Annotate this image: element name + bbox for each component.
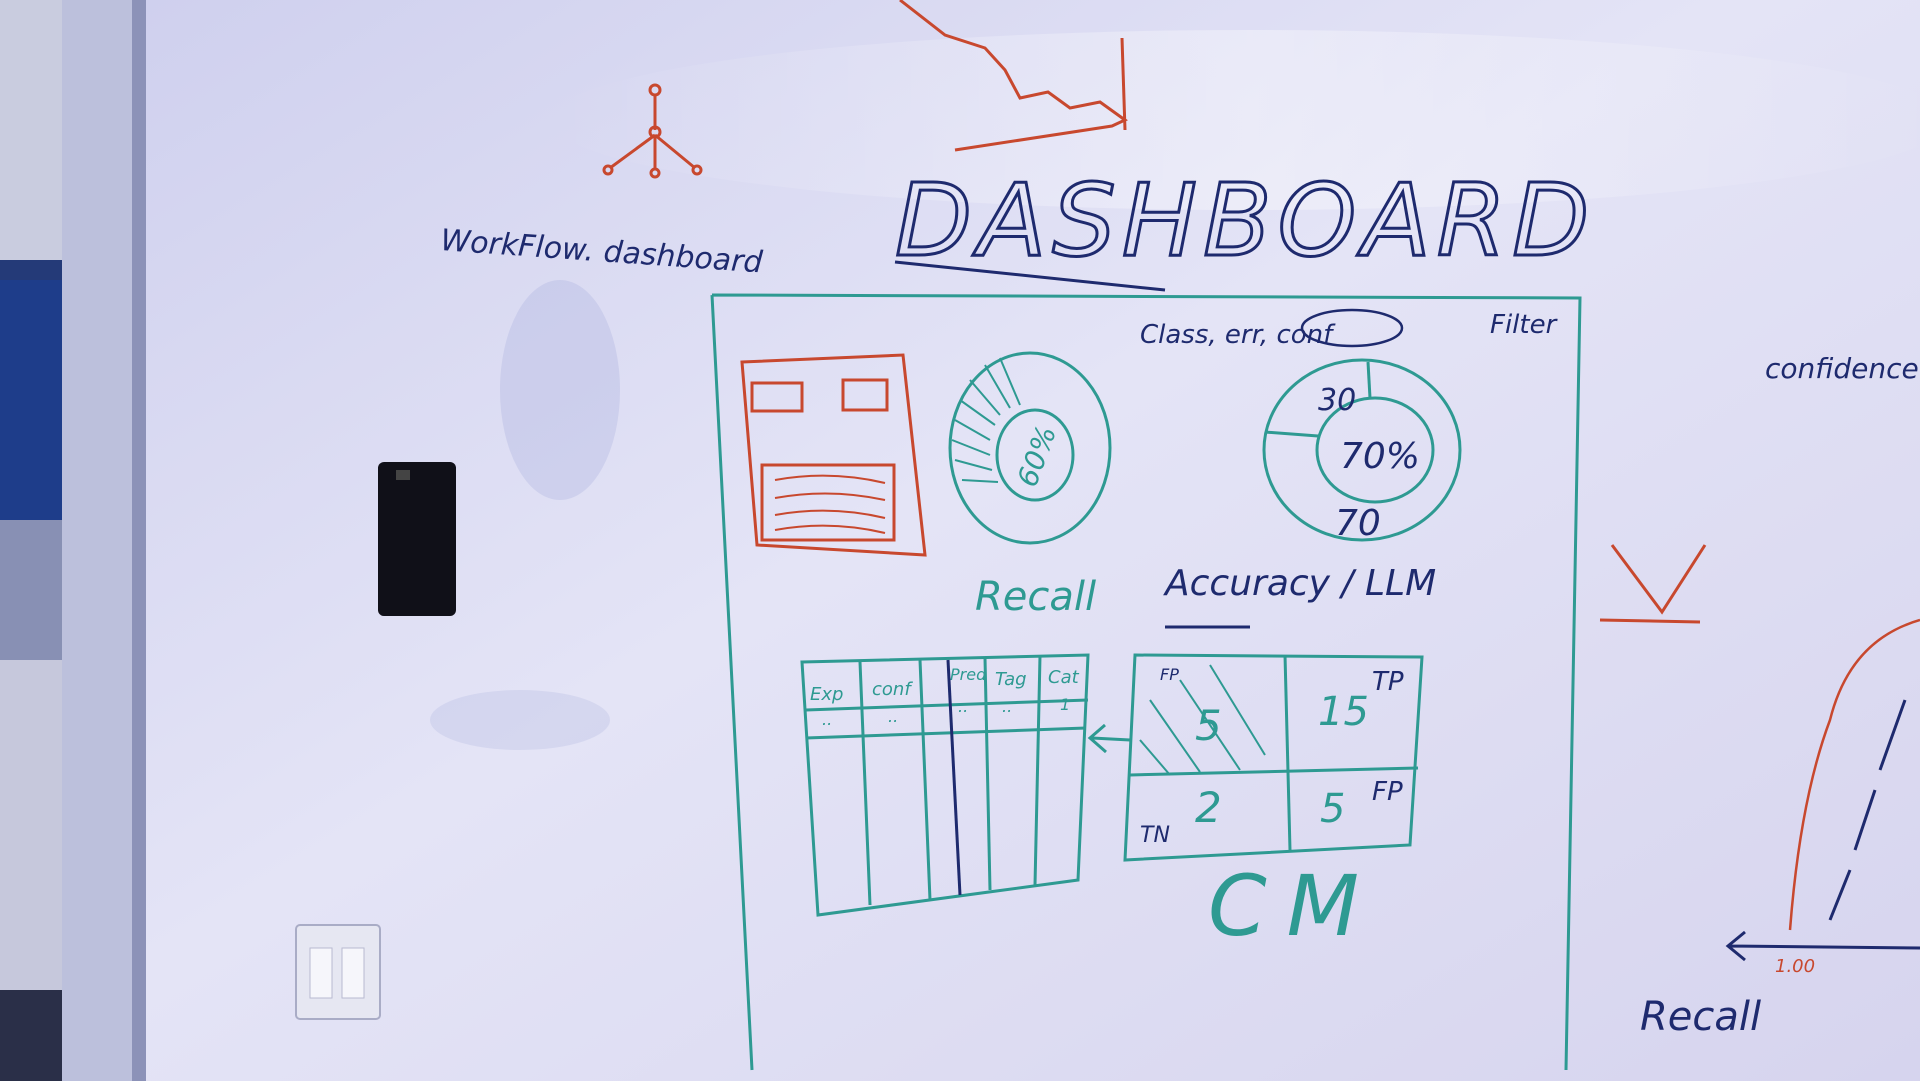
pie-right-value: 70% [1340, 436, 1420, 477]
cm-tn-value: 2 [1195, 783, 1222, 832]
cm-fp-value: 5 [1195, 701, 1222, 750]
cm-caption: CM [1208, 857, 1379, 955]
table-cell-cat: 1 [1060, 695, 1070, 714]
wall-device-reader [378, 462, 456, 616]
cm-tp-value: 15 [1318, 689, 1369, 735]
table-cell-exp: .. [822, 710, 832, 729]
pie-right-top: 30 [1318, 383, 1356, 418]
confidence-note: confidence [1765, 352, 1919, 385]
table-cell-conf: .. [888, 707, 898, 726]
cm-tp-label: TP [1372, 667, 1404, 697]
eraser-smudge-lower [430, 690, 610, 750]
cm-fp-label: FP [1160, 665, 1179, 684]
table-header-cat: Cat [1048, 667, 1080, 688]
table-header-conf: conf [872, 679, 913, 700]
light-switch-right[interactable] [341, 947, 365, 999]
pie-right-bottom: 70 [1335, 503, 1381, 544]
whiteboard-photo: WorkFlow. dashboard DASHBOARD confidence… [0, 0, 1920, 1081]
dashboard-title: DASHBOARD [895, 162, 1595, 279]
filter-label: Filter [1490, 310, 1559, 340]
reader-icon [396, 470, 410, 480]
door-frame-edge [132, 0, 146, 1081]
cm-fp-bottom-value: 5 [1320, 786, 1345, 832]
table-header-pred: Pred [950, 665, 987, 684]
accuracy-label: Accuracy / LLM [1163, 563, 1436, 604]
light-switch-plate [295, 924, 381, 1020]
table-header-tag: Tag [995, 669, 1027, 690]
table-header-exp: Exp [810, 684, 843, 705]
table-cell-pred: .. [958, 697, 968, 716]
axis-tick-label: 1.00 [1775, 956, 1815, 977]
recall-label: Recall [975, 574, 1096, 620]
cm-fp-bottom-label: FP [1372, 777, 1403, 807]
light-switch-left[interactable] [309, 947, 333, 999]
table-cell-tag: .. [1002, 697, 1012, 716]
eraser-smudge [500, 280, 620, 500]
cm-tn-label: TN [1140, 823, 1170, 848]
recall-bottom-label: Recall [1640, 994, 1761, 1040]
